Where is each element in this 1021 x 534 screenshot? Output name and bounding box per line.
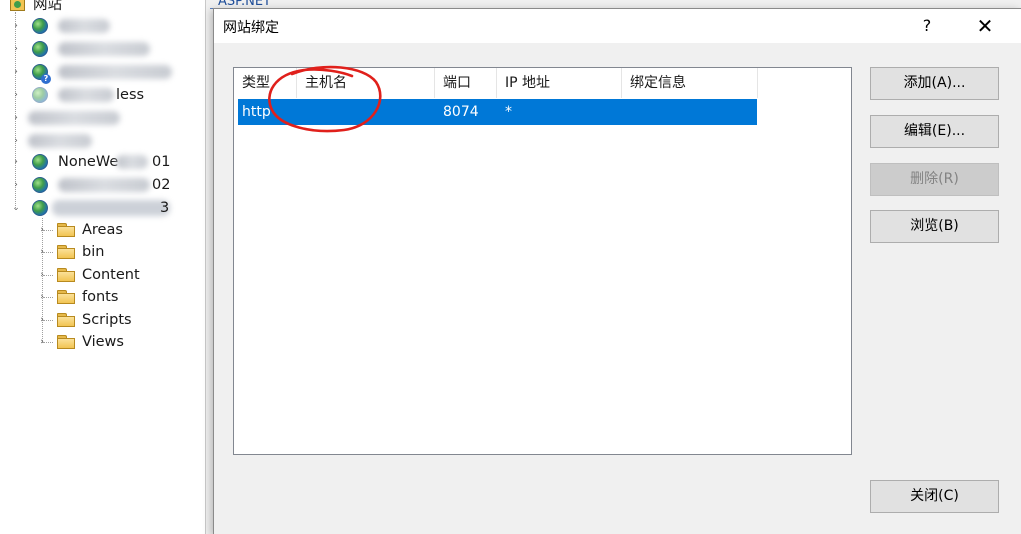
tree-item-label: less (116, 87, 145, 103)
tree-item-site[interactable]: › NoneWe 01 (0, 151, 200, 173)
expand-arrow-icon: › (14, 21, 18, 31)
expand-arrow-icon: › (14, 157, 18, 167)
tree-item-label: Views (82, 334, 124, 350)
remove-button[interactable]: 删除(R) (870, 163, 999, 196)
tree-item-label: fonts (82, 289, 119, 305)
expand-arrow-icon: › (14, 180, 18, 190)
sites-folder-icon (10, 0, 25, 11)
redacted-text (52, 200, 170, 216)
folder-icon (57, 290, 75, 304)
tree-item-folder[interactable]: › Views (0, 331, 200, 353)
tree-guide (43, 297, 53, 298)
column-header-port[interactable]: 端口 (435, 68, 497, 98)
tree-guide (43, 342, 53, 343)
redacted-text (28, 134, 92, 148)
tree-item-label: Scripts (82, 312, 132, 328)
redacted-text (58, 42, 150, 56)
cell-binding-info (630, 99, 755, 125)
edit-button[interactable]: 编辑(E)... (870, 115, 999, 148)
expand-arrow-icon: › (14, 113, 18, 123)
tree-item-folder[interactable]: › Areas (0, 219, 200, 241)
screen: 网站 › › › › less › › (0, 0, 1021, 534)
website-globe-icon (32, 154, 48, 170)
site-bindings-dialog: 网站绑定 ? ✕ 类型 主机名 端口 IP 地址 绑定信息 http 8074 … (213, 8, 1021, 534)
tree-item-folder[interactable]: › Content (0, 264, 200, 286)
redacted-text (58, 65, 172, 79)
tree-item-folder[interactable]: › Scripts (0, 309, 200, 331)
tree-item-site[interactable]: › less (0, 84, 200, 106)
expand-arrow-icon: › (14, 136, 18, 146)
tree-item-site[interactable]: › 02 (0, 174, 200, 196)
tree-item-label: Areas (82, 222, 123, 238)
tree-item-folder[interactable]: › fonts (0, 286, 200, 308)
dialog-title: 网站绑定 (223, 20, 279, 36)
folder-icon (57, 335, 75, 349)
tree-item-label-suffix: 02 (152, 177, 171, 193)
tree-guide (43, 230, 53, 231)
tree-item-site-expanded[interactable]: ⌄ 3 (0, 197, 200, 219)
website-stopped-icon (32, 64, 51, 84)
tree-item-site[interactable]: › (0, 130, 200, 152)
tree-guide (43, 252, 53, 253)
expand-arrow-icon: › (14, 44, 18, 54)
close-icon[interactable]: ✕ (962, 9, 1008, 43)
tree-item-site[interactable]: › (0, 15, 200, 37)
redacted-text (28, 111, 120, 125)
cell-port: 8074 (443, 104, 479, 120)
redacted-text (58, 19, 110, 33)
tree-item-label: bin (82, 244, 105, 260)
tree-item-folder[interactable]: › bin (0, 241, 200, 263)
redacted-text (58, 178, 150, 192)
folder-icon (57, 313, 75, 327)
tree-guide (43, 275, 53, 276)
dialog-titlebar[interactable]: 网站绑定 ? ✕ (214, 9, 1021, 43)
tree-guide (43, 320, 53, 321)
tree-item-site[interactable]: › (0, 61, 200, 84)
folder-icon (57, 223, 75, 237)
column-header-binding-info[interactable]: 绑定信息 (622, 68, 758, 98)
expand-arrow-icon: › (14, 67, 18, 77)
redacted-text (58, 88, 114, 102)
cell-host (305, 99, 435, 125)
tree-item-label-suffix: 3 (160, 200, 170, 216)
website-globe-icon (32, 41, 48, 57)
expand-arrow-icon: › (14, 90, 18, 100)
column-header-ip[interactable]: IP 地址 (497, 68, 622, 98)
cell-type: http (242, 104, 271, 120)
add-button[interactable]: 添加(A)... (870, 67, 999, 100)
bindings-list[interactable]: 类型 主机名 端口 IP 地址 绑定信息 http 8074 * (233, 67, 852, 455)
website-globe-icon (32, 200, 48, 216)
tree-item-label: Content (82, 267, 140, 283)
tree-item-site[interactable]: › (0, 38, 200, 60)
tree-item-label-suffix: 01 (152, 154, 171, 170)
column-header-type[interactable]: 类型 (234, 68, 297, 98)
connections-tree[interactable]: 网站 › › › › less › › (0, 0, 206, 534)
website-globe-icon (32, 177, 48, 193)
tree-item-label: NoneWe (58, 154, 119, 170)
website-globe-icon (32, 18, 48, 34)
redacted-text (116, 155, 148, 169)
website-globe-icon (32, 87, 48, 103)
list-header: 类型 主机名 端口 IP 地址 绑定信息 (234, 68, 851, 98)
tree-item-label: 网站 (33, 0, 62, 13)
folder-icon (57, 245, 75, 259)
browse-button[interactable]: 浏览(B) (870, 210, 999, 243)
column-header-host[interactable]: 主机名 (297, 68, 435, 98)
cell-ip: * (505, 104, 512, 120)
help-button[interactable]: ? (904, 9, 950, 43)
folder-icon (57, 268, 75, 282)
collapse-arrow-icon: ⌄ (12, 203, 20, 213)
table-row[interactable]: http 8074 * (238, 99, 757, 125)
close-button[interactable]: 关闭(C) (870, 480, 999, 513)
tree-item-site[interactable]: › (0, 107, 200, 129)
tree-item-sites-root[interactable]: 网站 (0, 0, 200, 16)
